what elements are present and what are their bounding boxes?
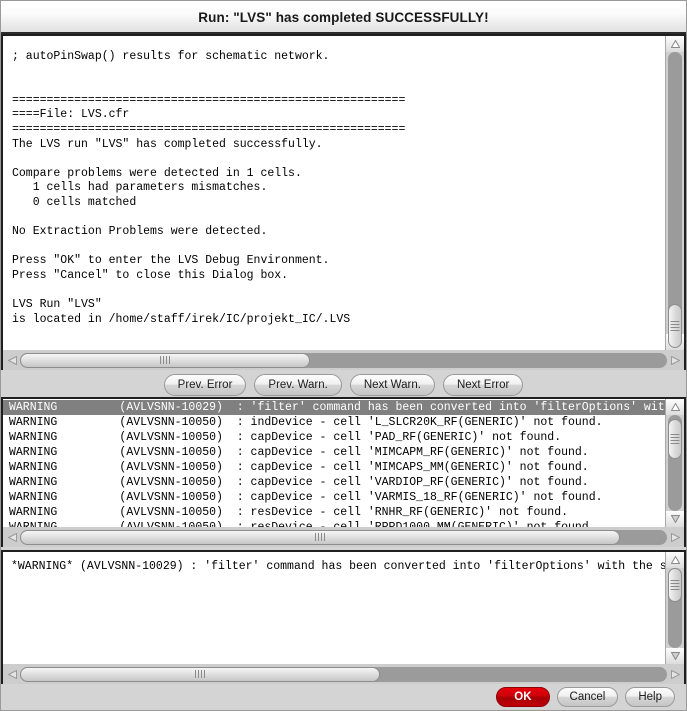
scroll-left-arrow-icon[interactable] <box>4 666 20 682</box>
dialog-titlebar: Run: "LVS" has completed SUCCESSFULLY! <box>1 1 686 34</box>
log-vscroll-thumb[interactable] <box>668 304 682 348</box>
scroll-right-arrow-icon[interactable] <box>667 352 683 368</box>
scroll-up-arrow-icon[interactable] <box>666 552 684 568</box>
next-warning-button[interactable]: Next Warn. <box>349 373 435 396</box>
detail-hscroll-thumb[interactable] <box>20 666 380 682</box>
detail-hscroll-trough[interactable] <box>20 666 667 682</box>
warning-list-hscroll-thumb[interactable] <box>20 529 620 545</box>
help-button[interactable]: Help <box>625 687 675 707</box>
dialog-title: Run: "LVS" has completed SUCCESSFULLY! <box>198 9 489 25</box>
next-error-button[interactable]: Next Error <box>442 373 524 396</box>
warning-list-panel: WARNING (AVLVSNN-10029) : 'filter' comma… <box>1 397 686 527</box>
warning-row[interactable]: WARNING (AVLVSNN-10050) : capDevice - ce… <box>3 430 665 445</box>
cancel-button[interactable]: Cancel <box>556 687 619 707</box>
warning-list-vscroll-thumb[interactable] <box>668 419 682 459</box>
detail-vertical-scrollbar[interactable] <box>665 552 684 664</box>
lvs-results-dialog: Run: "LVS" has completed SUCCESSFULLY! ;… <box>0 0 687 711</box>
warning-row[interactable]: WARNING (AVLVSNN-10050) : indDevice - ce… <box>3 415 665 430</box>
warning-row[interactable]: WARNING (AVLVSNN-10050) : capDevice - ce… <box>3 460 665 475</box>
detail-horizontal-scrollbar[interactable] <box>1 664 686 684</box>
scroll-left-arrow-icon[interactable] <box>4 529 20 545</box>
warning-list[interactable]: WARNING (AVLVSNN-10029) : 'filter' comma… <box>3 399 665 527</box>
detail-vscroll-thumb[interactable] <box>668 568 682 602</box>
scroll-right-arrow-icon[interactable] <box>667 666 683 682</box>
log-hscroll-trough[interactable] <box>20 352 667 368</box>
log-output-panel: ; autoPinSwap() results for schematic ne… <box>1 34 686 350</box>
scroll-up-arrow-icon[interactable] <box>666 36 684 52</box>
log-vertical-scrollbar[interactable] <box>665 36 684 350</box>
log-horizontal-scrollbar[interactable] <box>1 350 686 370</box>
warning-row[interactable]: WARNING (AVLVSNN-10050) : capDevice - ce… <box>3 475 665 490</box>
warning-list-hscroll-trough[interactable] <box>20 529 667 545</box>
warning-detail-panel: *WARNING* (AVLVSNN-10029) : 'filter' com… <box>1 550 686 664</box>
scroll-down-arrow-icon[interactable] <box>666 648 684 664</box>
navigation-button-row: Prev. Error Prev. Warn. Next Warn. Next … <box>1 370 686 397</box>
scroll-up-arrow-icon[interactable] <box>666 399 684 415</box>
ok-button[interactable]: OK <box>496 687 550 707</box>
scroll-right-arrow-icon[interactable] <box>667 529 683 545</box>
detail-vscroll-trough[interactable] <box>668 568 682 648</box>
warning-list-vertical-scrollbar[interactable] <box>665 399 684 527</box>
log-vscroll-trough[interactable] <box>668 52 682 348</box>
warning-row[interactable]: WARNING (AVLVSNN-10029) : 'filter' comma… <box>3 400 665 415</box>
prev-error-button[interactable]: Prev. Error <box>163 373 247 396</box>
log-hscroll-thumb[interactable] <box>20 352 310 368</box>
warning-detail-text: *WARNING* (AVLVSNN-10029) : 'filter' com… <box>11 560 665 573</box>
prev-warning-button[interactable]: Prev. Warn. <box>254 373 342 396</box>
warning-row[interactable]: WARNING (AVLVSNN-10050) : resDevice - ce… <box>3 520 665 527</box>
warning-row[interactable]: WARNING (AVLVSNN-10050) : resDevice - ce… <box>3 505 665 520</box>
warning-row[interactable]: WARNING (AVLVSNN-10050) : capDevice - ce… <box>3 445 665 460</box>
scroll-left-arrow-icon[interactable] <box>4 352 20 368</box>
scroll-down-arrow-icon[interactable] <box>666 511 684 527</box>
dialog-action-bar: OK Cancel Help <box>1 684 686 710</box>
warning-row[interactable]: WARNING (AVLVSNN-10050) : capDevice - ce… <box>3 490 665 505</box>
log-output-text: ; autoPinSwap() results for schematic ne… <box>12 50 406 326</box>
warning-list-vscroll-trough[interactable] <box>668 415 682 511</box>
warning-list-horizontal-scrollbar[interactable] <box>1 527 686 547</box>
